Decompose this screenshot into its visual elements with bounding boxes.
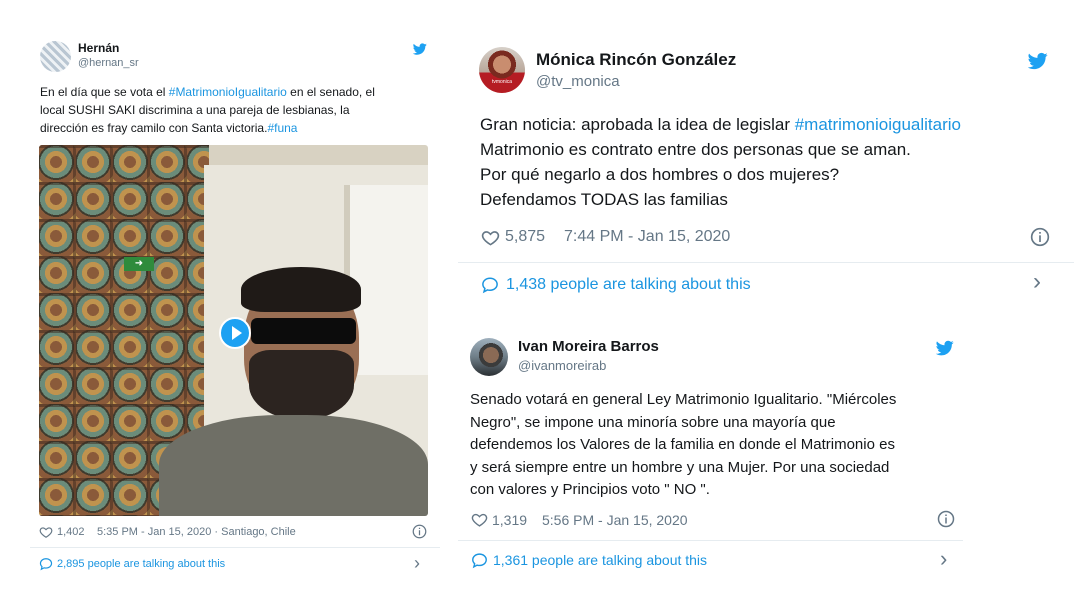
text-segment: Defendamos TODAS las familias <box>480 190 728 209</box>
like-count[interactable]: 1,402 <box>57 526 85 538</box>
text-segment: Negro", se impone una minoría sobre una … <box>470 413 836 431</box>
video-thumbnail[interactable]: ➜ <box>39 145 428 516</box>
avatar-caption: tvmonica <box>491 79 512 85</box>
tweet-text-line: Gran noticia: aprobada la idea de legisl… <box>480 112 1060 137</box>
text-segment: dirección es fray camilo con Santa victo… <box>40 121 268 135</box>
tweet-text-line: y será siempre entre un hombre y una Muj… <box>470 457 970 480</box>
speech-bubble-icon[interactable] <box>39 557 53 571</box>
info-icon[interactable] <box>412 524 427 539</box>
speech-bubble-icon[interactable] <box>471 552 488 569</box>
text-segment: con valores y Principios voto " NO ". <box>470 481 710 498</box>
hashtag-link[interactable]: #funa <box>267 121 297 135</box>
talking-link[interactable]: 1,361 people are talking about this <box>493 552 707 568</box>
info-icon[interactable] <box>1030 227 1050 247</box>
talking-link[interactable]: 1,438 people are talking about this <box>506 276 751 294</box>
like-count[interactable]: 5,875 <box>505 228 545 246</box>
hashtag-link[interactable]: #MatrimonioIgualitario <box>169 85 287 99</box>
tweet-text-line: Por qué negarlo a dos hombres o dos muje… <box>480 162 1060 187</box>
text-segment: Por qué negarlo a dos hombres o dos muje… <box>480 165 840 184</box>
twitter-bird-icon[interactable] <box>1028 51 1048 71</box>
tweet-text-line: local SUSHI SAKI discrimina a una pareja… <box>40 101 430 119</box>
tweet-text-line: Senado votará en general Ley Matrimonio … <box>470 389 970 412</box>
play-button[interactable] <box>219 317 251 349</box>
tweet-text-line: defendemos los Valores de la familia en … <box>470 434 970 457</box>
author-name[interactable]: Mónica Rincón González <box>536 50 736 70</box>
tweet-text-line: Matrimonio es contrato entre dos persona… <box>480 137 1060 162</box>
tweet-text: Senado votará en general Ley Matrimonio … <box>470 389 970 502</box>
info-icon[interactable] <box>937 510 955 528</box>
author-handle[interactable]: @ivanmoreirab <box>518 358 606 373</box>
divider <box>458 262 1074 263</box>
text-segment: en el senado, el <box>286 85 375 99</box>
tweet-timestamp[interactable]: 5:35 PM - Jan 15, 2020 · Santiago, Chile <box>97 526 296 538</box>
text-segment: Senado votará en general Ley Matrimonio … <box>470 391 897 408</box>
text-segment: y será siempre entre un hombre y una Muj… <box>470 458 890 476</box>
speech-bubble-icon[interactable] <box>481 276 499 294</box>
author-name[interactable]: Hernán <box>78 41 119 55</box>
divider <box>30 547 440 548</box>
hashtag-link[interactable]: #matrimonioigualitario <box>795 115 961 134</box>
tweet-timestamp[interactable]: 7:44 PM - Jan 15, 2020 <box>564 228 730 246</box>
avatar[interactable] <box>40 41 71 72</box>
tweet-text-line: En el día que se vota el #MatrimonioIgua… <box>40 83 430 101</box>
avatar[interactable]: tvmonica <box>479 47 525 93</box>
text-segment: defendemos los Valores de la familia en … <box>470 436 895 453</box>
heart-icon[interactable] <box>39 525 53 539</box>
twitter-bird-icon[interactable] <box>936 339 954 357</box>
like-count[interactable]: 1,319 <box>492 512 527 528</box>
tweet-text: En el día que se vota el #MatrimonioIgua… <box>40 83 430 137</box>
person-body <box>159 415 428 516</box>
chevron-right-icon[interactable]: › <box>1033 268 1041 296</box>
text-segment: Matrimonio es contrato entre dos persona… <box>480 140 911 159</box>
twitter-bird-icon[interactable] <box>413 42 427 56</box>
heart-icon[interactable] <box>471 511 488 528</box>
tweet-text-line: con valores y Principios voto " NO ". <box>470 479 970 502</box>
sunglasses <box>251 318 356 344</box>
chevron-right-icon[interactable]: › <box>940 546 947 572</box>
divider <box>458 540 963 541</box>
author-handle[interactable]: @tv_monica <box>536 73 620 90</box>
exit-sign: ➜ <box>124 257 154 271</box>
avatar[interactable] <box>470 338 508 376</box>
tweet-text-line: Negro", se impone una minoría sobre una … <box>470 412 970 435</box>
tweet-text: Gran noticia: aprobada la idea de legisl… <box>480 112 1060 212</box>
heart-icon[interactable] <box>481 228 500 247</box>
talking-link[interactable]: 2,895 people are talking about this <box>57 558 225 570</box>
person-hair <box>241 267 361 312</box>
author-handle[interactable]: @hernan_sr <box>78 57 139 69</box>
author-name[interactable]: Ivan Moreira Barros <box>518 338 659 355</box>
chevron-right-icon[interactable]: › <box>414 553 420 574</box>
tweet-text-line: dirección es fray camilo con Santa victo… <box>40 119 430 137</box>
text-segment: Gran noticia: aprobada la idea de legisl… <box>480 115 795 134</box>
text-segment: En el día que se vota el <box>40 85 169 99</box>
person-beard <box>249 350 354 420</box>
text-segment: local SUSHI SAKI discrimina a una pareja… <box>40 103 350 117</box>
tweet-text-line: Defendamos TODAS las familias <box>480 187 1060 212</box>
tweet-timestamp[interactable]: 5:56 PM - Jan 15, 2020 <box>542 512 688 528</box>
